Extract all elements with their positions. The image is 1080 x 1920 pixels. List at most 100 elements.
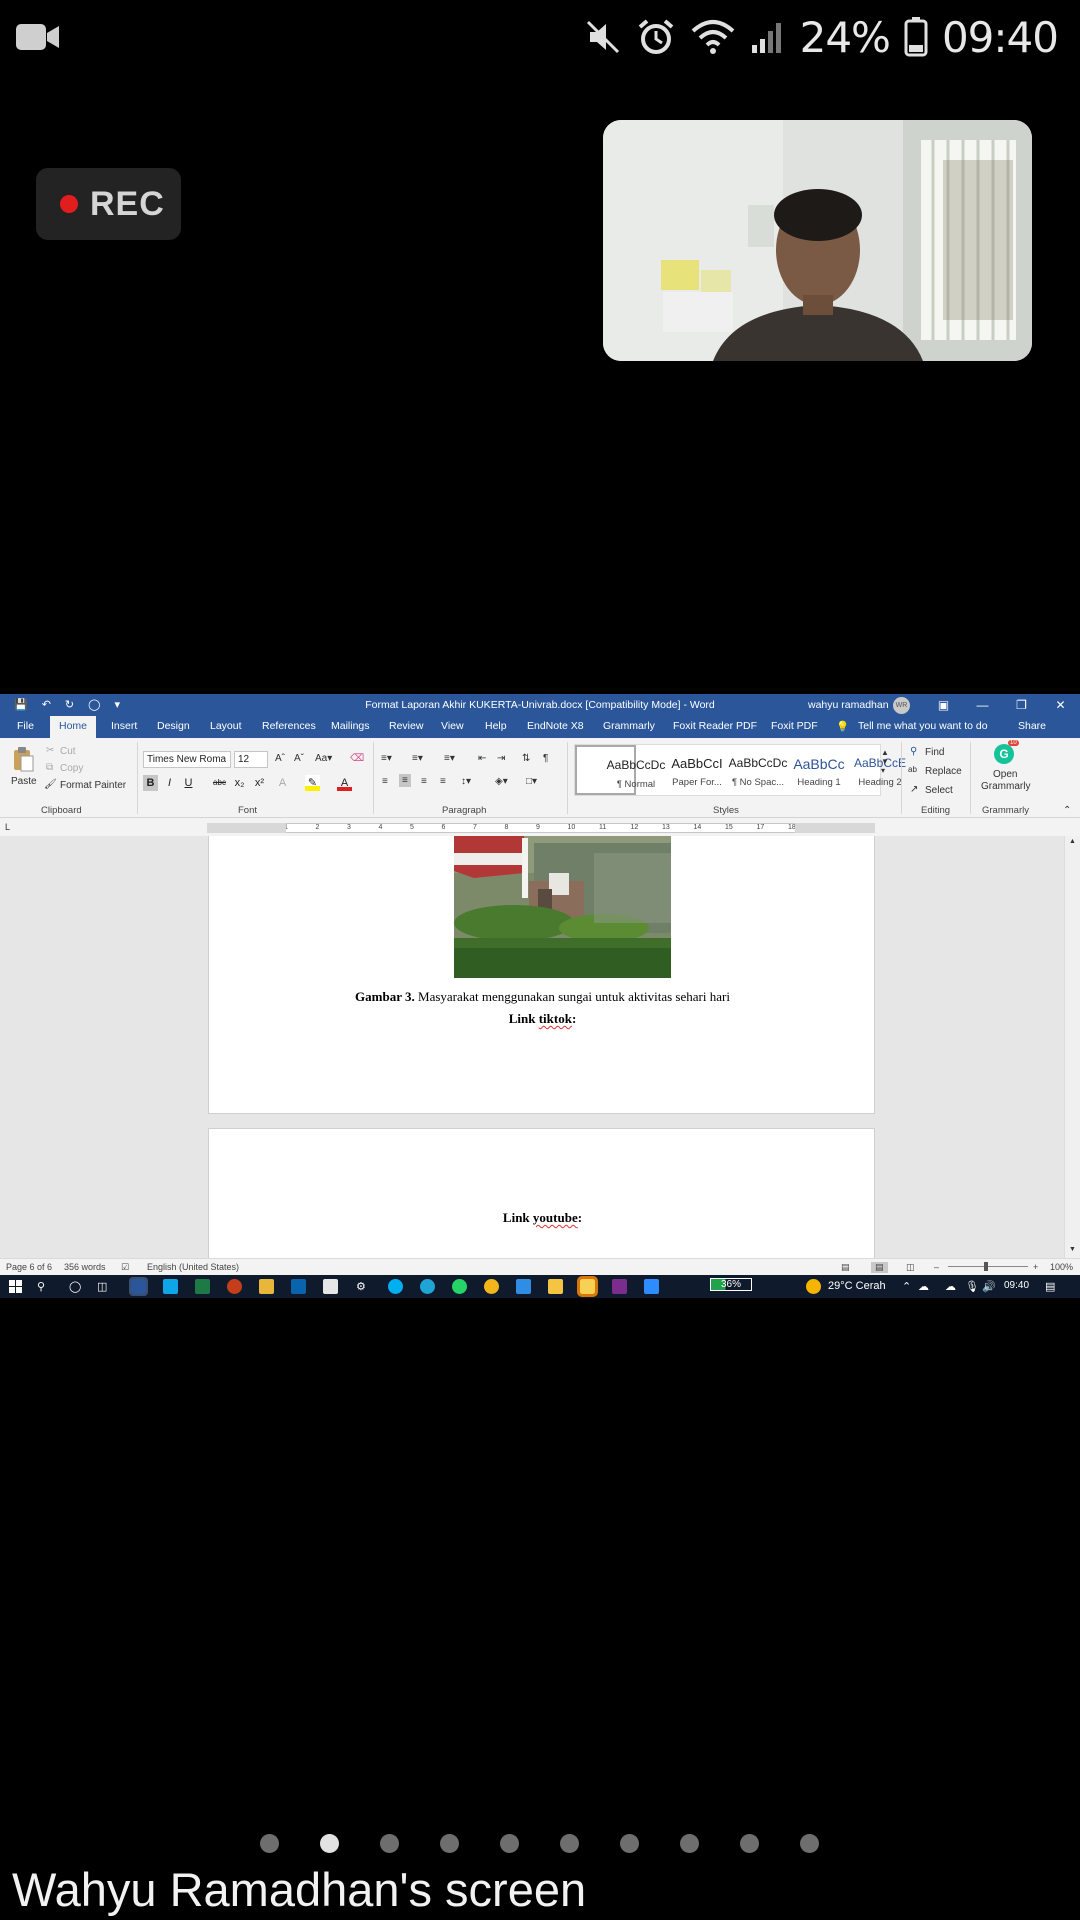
avatar[interactable]: WR <box>893 697 910 714</box>
windows-start-icon[interactable] <box>9 1280 22 1293</box>
shading-icon[interactable]: ◈▾ <box>495 776 508 787</box>
collapse-ribbon-icon[interactable]: ⌃ <box>1063 805 1071 816</box>
change-case-icon[interactable]: Aa▾ <box>315 753 332 764</box>
scroll-up-icon[interactable]: ▲ <box>1069 838 1076 845</box>
paste-icon[interactable] <box>12 746 34 772</box>
find-button[interactable]: Find <box>925 747 944 758</box>
document-page[interactable]: Gambar 3. Masyarakat menggunakan sungai … <box>208 836 875 1114</box>
share-button[interactable]: Share <box>1018 720 1046 732</box>
read-mode-icon[interactable]: ▤ <box>841 1262 850 1273</box>
taskbar-clock[interactable]: 09:40 <box>1004 1280 1029 1291</box>
tab-help[interactable]: Help <box>485 720 507 732</box>
user-name[interactable]: wahyu ramadhan <box>808 699 889 711</box>
weather-text[interactable]: 29°C Cerah <box>828 1280 886 1292</box>
sort-icon[interactable]: ⇅ <box>522 753 530 764</box>
search-icon[interactable]: ⚲ <box>37 1280 45 1293</box>
tab-selector-icon[interactable]: L <box>5 822 10 832</box>
participant-video[interactable] <box>603 120 1032 361</box>
page-dot[interactable] <box>740 1834 759 1853</box>
page-dot[interactable] <box>380 1834 399 1853</box>
minimize-button[interactable]: — <box>963 694 1002 716</box>
recording-badge[interactable]: REC <box>36 168 181 240</box>
grow-font-icon[interactable]: Aˆ <box>275 753 285 764</box>
styles-scroll-icon[interactable]: ▲ ▼ ▾ <box>881 748 889 775</box>
page-dot[interactable] <box>320 1834 339 1853</box>
web-layout-icon[interactable]: ◫ <box>906 1262 915 1273</box>
excel-app-icon[interactable] <box>195 1279 210 1294</box>
proofing-icon[interactable]: ☑ <box>121 1262 129 1273</box>
select-button[interactable]: Select <box>925 785 953 796</box>
weather-sun-icon[interactable] <box>806 1279 821 1294</box>
file-explorer-icon[interactable] <box>259 1279 274 1294</box>
format-painter-button[interactable]: Format Painter <box>60 780 126 791</box>
tab-references[interactable]: References <box>262 720 316 732</box>
page-dot[interactable] <box>500 1834 519 1853</box>
shared-screen[interactable]: 💾 ↶ ↻ ◯ ▾ Format Laporan Akhir KUKERTA-U… <box>0 694 1080 1298</box>
tab-review[interactable]: Review <box>389 720 423 732</box>
grammarly-button-label[interactable]: Grammarly <box>981 781 1030 792</box>
language-indicator[interactable]: English (United States) <box>147 1262 239 1272</box>
tray-network-icon[interactable]: ☁ <box>918 1280 929 1293</box>
scroll-down-icon[interactable]: ▼ <box>1069 1246 1076 1253</box>
copy-button[interactable]: Copy <box>60 763 83 774</box>
zoom-slider-thumb[interactable] <box>984 1262 988 1271</box>
tell-me-search[interactable]: Tell me what you want to do <box>858 720 988 732</box>
subscript-icon[interactable]: x₂ <box>232 775 247 791</box>
multilevel-list-icon[interactable]: ≡▾ <box>444 753 455 764</box>
tab-endnote[interactable]: EndNote X8 <box>527 720 584 732</box>
style-normal[interactable]: AaBbCcDc ¶ Normal <box>575 745 665 795</box>
tab-view[interactable]: View <box>441 720 464 732</box>
tab-layout[interactable]: Layout <box>210 720 242 732</box>
document-page-next[interactable]: Link youtube: <box>208 1128 875 1258</box>
align-left-icon[interactable]: ≡ <box>382 776 388 787</box>
tab-foxit-reader[interactable]: Foxit Reader PDF <box>673 720 757 732</box>
calendar-app-icon[interactable] <box>516 1279 531 1294</box>
clear-format-icon[interactable]: ⌫ <box>350 753 364 764</box>
volume-icon[interactable]: 🔊 <box>982 1280 996 1293</box>
sticky-notes-icon[interactable] <box>577 1276 598 1297</box>
maximize-button[interactable]: ❐ <box>1002 694 1041 716</box>
edge-app-icon[interactable] <box>420 1279 435 1294</box>
open-grammarly-label[interactable]: Open <box>993 769 1017 780</box>
tab-mailings[interactable]: Mailings <box>331 720 370 732</box>
chrome-app-icon[interactable] <box>484 1279 499 1294</box>
gmail-app-icon[interactable] <box>323 1279 338 1294</box>
underline-icon[interactable]: U <box>181 775 196 791</box>
decrease-indent-icon[interactable]: ⇤ <box>478 753 486 764</box>
zoom-app-icon[interactable] <box>644 1279 659 1294</box>
justify-icon[interactable]: ≡ <box>440 776 446 787</box>
tab-home[interactable]: Home <box>50 716 97 738</box>
zoom-out-icon[interactable]: – <box>934 1262 939 1272</box>
zoom-slider[interactable] <box>948 1266 1028 1267</box>
tray-chevron-icon[interactable]: ⌃ <box>902 1280 911 1293</box>
highlight-icon[interactable]: ✎ <box>305 775 320 791</box>
battery-meter[interactable]: 36% <box>710 1278 753 1291</box>
page-dot[interactable] <box>680 1834 699 1853</box>
page-dot[interactable] <box>620 1834 639 1853</box>
superscript-icon[interactable]: x² <box>252 775 267 791</box>
align-center-icon[interactable]: ≡ <box>399 774 411 787</box>
tab-grammarly[interactable]: Grammarly <box>603 720 655 732</box>
bold-icon[interactable]: B <box>143 775 158 791</box>
app-l-icon[interactable] <box>163 1279 178 1294</box>
word-app-icon[interactable] <box>129 1277 148 1296</box>
mic-icon[interactable]: 🎙 <box>965 1280 979 1293</box>
skype-app-icon[interactable] <box>388 1279 403 1294</box>
cortana-icon[interactable]: ◯ <box>69 1280 81 1293</box>
style-heading-1[interactable]: AaBbCc Heading 1 <box>758 745 844 795</box>
notification-icon[interactable]: ▤ <box>1045 1280 1055 1293</box>
italic-icon[interactable]: I <box>162 775 177 791</box>
font-name-select[interactable]: Times New Roma <box>143 751 231 768</box>
task-view-icon[interactable]: ◫ <box>97 1280 107 1293</box>
onedrive-icon[interactable]: ☁ <box>945 1280 956 1293</box>
print-layout-icon[interactable]: ▤ <box>871 1262 888 1273</box>
zoom-in-icon[interactable]: + <box>1033 1262 1038 1272</box>
increase-indent-icon[interactable]: ⇥ <box>497 753 505 764</box>
ribbon-display-icon[interactable]: ▣ <box>924 694 963 716</box>
line-spacing-icon[interactable]: ↕▾ <box>461 776 471 787</box>
whatsapp-app-icon[interactable] <box>452 1279 467 1294</box>
shrink-font-icon[interactable]: Aˇ <box>294 753 304 764</box>
font-size-select[interactable]: 12 <box>234 751 268 768</box>
style-no-spacing[interactable]: AaBbCcDc ¶ No Spac... <box>697 745 788 795</box>
paste-button[interactable]: Paste <box>11 776 37 787</box>
